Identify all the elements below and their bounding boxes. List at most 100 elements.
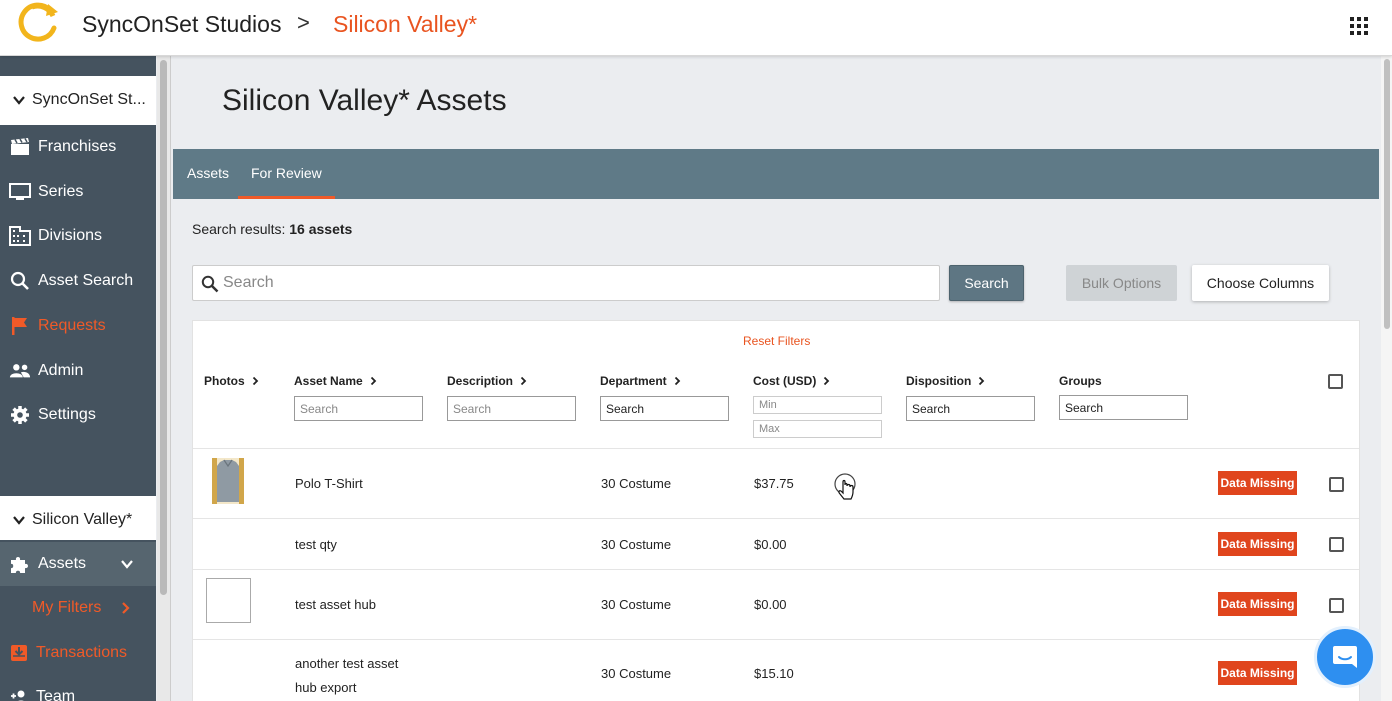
search-icon <box>201 275 219 293</box>
sidebar-item-series[interactable]: Series <box>0 170 156 214</box>
tab-for-review[interactable]: For Review <box>238 149 335 199</box>
column-header-photos[interactable]: Photos <box>204 374 259 388</box>
row-checkbox[interactable] <box>1329 598 1344 613</box>
column-header-label: Photos <box>204 374 245 388</box>
sidebar-item-settings[interactable]: Settings <box>0 393 156 437</box>
sidebar-item-my-filters[interactable]: My Filters <box>0 586 156 630</box>
assets-table: Reset Filters Photos Asset Name Descript… <box>192 320 1360 701</box>
people-icon <box>9 360 31 382</box>
cost-max-filter[interactable] <box>753 420 882 438</box>
column-header-label: Asset Name <box>294 374 363 388</box>
column-header-label: Department <box>600 374 667 388</box>
sidebar-item-transactions[interactable]: Transactions <box>0 631 156 675</box>
asset-name[interactable]: test asset hub <box>295 597 376 612</box>
select-all-checkbox[interactable] <box>1328 374 1343 389</box>
column-header-department[interactable]: Department <box>600 374 681 388</box>
grid-icon[interactable] <box>1350 17 1368 35</box>
monitor-icon <box>9 181 31 203</box>
chevron-down-icon <box>13 96 25 105</box>
search-icon <box>9 270 31 292</box>
asset-name[interactable]: test qty <box>295 537 337 552</box>
disposition-filter[interactable] <box>906 396 1035 421</box>
department-cell: 30 Costume <box>601 597 672 612</box>
sidebar: SyncOnSet St... Franchises Series Divisi… <box>0 56 156 701</box>
page-scrollbar[interactable] <box>1381 56 1392 701</box>
tab-bar: Assets For Review <box>173 149 1379 199</box>
chevron-right-icon <box>824 376 830 386</box>
bulk-options-button[interactable]: Bulk Options <box>1066 265 1177 301</box>
add-person-icon <box>11 690 25 701</box>
chevron-down-icon <box>13 516 25 525</box>
cost-min-filter[interactable] <box>753 396 882 414</box>
asset-photo[interactable] <box>212 458 244 504</box>
description-filter[interactable] <box>447 396 576 421</box>
clapperboard-icon <box>9 136 31 158</box>
row-checkbox[interactable] <box>1329 477 1344 492</box>
table-row[interactable]: another test asset hub export 30 Costume… <box>193 639 1359 701</box>
status-badge: Data Missing <box>1218 592 1297 616</box>
breadcrumb-chevron-icon: > <box>297 10 310 35</box>
syncset-logo-icon[interactable] <box>12 2 62 46</box>
search-input[interactable] <box>223 270 923 296</box>
asset-name[interactable]: another test asset hub export <box>295 652 398 700</box>
chevron-right-icon <box>252 376 258 386</box>
row-checkbox[interactable] <box>1329 537 1344 552</box>
search-box[interactable] <box>192 265 940 301</box>
chevron-right-icon <box>979 376 985 386</box>
results-prefix: Search results: <box>192 221 286 237</box>
column-header-asset-name[interactable]: Asset Name <box>294 374 377 388</box>
choose-columns-button[interactable]: Choose Columns <box>1192 265 1329 301</box>
department-filter[interactable] <box>600 396 729 421</box>
project-switcher[interactable]: Silicon Valley* <box>0 496 156 540</box>
sidebar-item-franchises[interactable]: Franchises <box>0 125 156 169</box>
sidebar-item-team[interactable]: Team <box>0 675 156 701</box>
sidebar-item-assets[interactable]: Assets <box>0 542 156 586</box>
column-header-description[interactable]: Description <box>447 374 527 388</box>
sidebar-item-label: Settings <box>38 406 96 423</box>
broken-image-icon[interactable] <box>206 578 251 623</box>
chevron-right-icon <box>370 376 376 386</box>
sidebar-item-admin[interactable]: Admin <box>0 349 156 393</box>
page-title: Silicon Valley* Assets <box>222 84 507 117</box>
search-button[interactable]: Search <box>949 265 1024 301</box>
sidebar-item-label: My Filters <box>32 599 102 616</box>
cost-cell: $0.00 <box>754 537 787 552</box>
asset-name-line: hub export <box>295 680 357 695</box>
table-row[interactable]: test asset hub 30 Costume $0.00 Data Mis… <box>193 569 1359 639</box>
sidebar-item-label: Requests <box>38 317 106 334</box>
groups-filter[interactable] <box>1059 395 1188 420</box>
org-breadcrumb-link[interactable]: SyncOnSet Studios <box>82 11 281 38</box>
sidebar-item-label: Admin <box>38 362 84 379</box>
asset-name-line: another test asset <box>295 656 399 671</box>
project-breadcrumb[interactable]: Silicon Valley* <box>333 11 477 38</box>
table-row[interactable]: Polo T-Shirt 30 Costume $37.75 Data Miss… <box>193 448 1359 518</box>
column-header-disposition[interactable]: Disposition <box>906 374 985 388</box>
cost-cell: $0.00 <box>754 597 787 612</box>
column-header-groups: Groups <box>1059 374 1102 388</box>
status-badge: Data Missing <box>1218 532 1297 556</box>
column-header-label: Description <box>447 374 514 388</box>
sidebar-item-requests[interactable]: Requests <box>0 304 156 348</box>
reset-filters-link[interactable]: Reset Filters <box>743 334 810 348</box>
project-switcher-label: Silicon Valley* <box>32 511 133 528</box>
org-switcher[interactable]: SyncOnSet St... <box>0 76 156 125</box>
sidebar-item-label: Asset Search <box>38 272 134 289</box>
column-header-cost[interactable]: Cost (USD) <box>753 374 830 388</box>
sidebar-scrollbar[interactable] <box>157 56 171 701</box>
sidebar-scrollbar-thumb[interactable] <box>160 60 167 595</box>
flag-icon <box>9 315 31 337</box>
asset-name[interactable]: Polo T-Shirt <box>295 476 363 491</box>
chat-icon <box>1333 646 1357 668</box>
chat-support-button[interactable] <box>1314 626 1376 688</box>
department-cell: 30 Costume <box>601 537 672 552</box>
chevron-down-icon[interactable] <box>120 557 134 571</box>
tab-assets[interactable]: Assets <box>187 149 229 199</box>
table-row[interactable]: test qty 30 Costume $0.00 Data Missing <box>193 518 1359 569</box>
hand-cursor-icon <box>834 473 856 500</box>
asset-name-filter[interactable] <box>294 396 423 421</box>
inbox-download-icon <box>11 645 27 661</box>
sidebar-item-label: Team <box>36 688 76 701</box>
sidebar-item-divisions[interactable]: Divisions <box>0 214 156 258</box>
page-scrollbar-thumb[interactable] <box>1384 59 1390 329</box>
sidebar-item-asset-search[interactable]: Asset Search <box>0 259 156 303</box>
